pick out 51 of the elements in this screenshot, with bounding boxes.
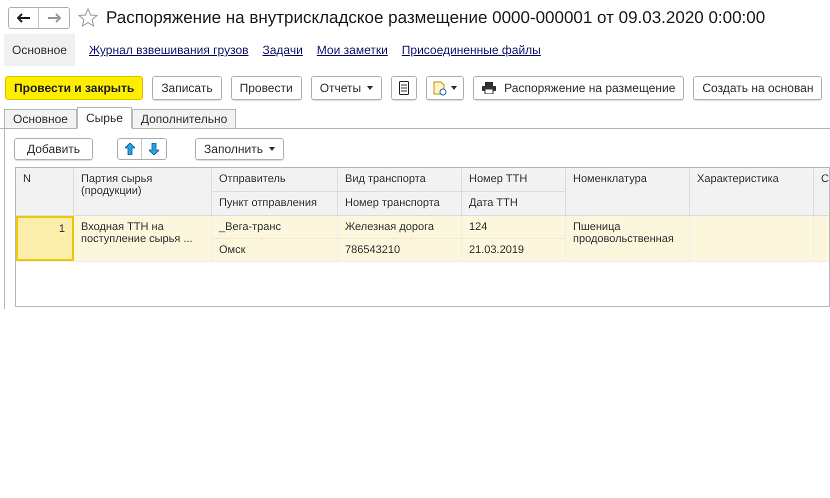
column-header: Дата ТТН bbox=[468, 196, 519, 211]
caret-icon bbox=[367, 86, 374, 90]
caret-icon bbox=[451, 86, 458, 90]
nav-link[interactable]: Мои заметки bbox=[316, 41, 388, 59]
tab[interactable]: Сырье bbox=[76, 107, 132, 129]
post-and-close-button[interactable]: Провести и закрыть bbox=[5, 76, 144, 100]
table-cell-text: 21.03.2019 bbox=[469, 242, 524, 258]
nav-link[interactable]: Задачи bbox=[262, 41, 303, 59]
column-header: Номер ТТН bbox=[462, 168, 565, 192]
print-button[interactable]: Распоряжение на размещение bbox=[473, 76, 684, 100]
nav-link[interactable]: Основное bbox=[4, 34, 75, 66]
column-header: Партия сырья (продукции) bbox=[80, 172, 154, 197]
column-header: С bbox=[820, 172, 829, 185]
nav-link[interactable]: Присоединенные файлы bbox=[402, 41, 541, 59]
table-row[interactable]: 1 Входная ТТН на поступление сырья ... _Вега-транс Омск Железная дорога 786543210 124 21.03.2019 Пшеница продовольственная bbox=[16, 216, 829, 262]
list-button[interactable] bbox=[391, 76, 418, 100]
toolbar-button[interactable]: Записать bbox=[152, 76, 222, 100]
table-cell-text: 786543210 bbox=[345, 242, 400, 258]
column-header: Отправитель bbox=[212, 168, 337, 192]
column-header: N bbox=[22, 172, 32, 185]
table-cell: Пшеница продовольственная bbox=[573, 221, 674, 245]
printer-icon bbox=[482, 82, 496, 94]
table-cell-text: Омск bbox=[219, 242, 246, 258]
list-icon bbox=[399, 81, 410, 95]
tab[interactable]: Основное bbox=[4, 109, 77, 129]
column-header: Номер транспорта bbox=[344, 196, 441, 211]
column-header: Вид транспорта bbox=[338, 168, 461, 192]
table-cell: 1 bbox=[58, 223, 65, 235]
window-title: Распоряжение на внутрискладское размещение 0000-000001 от 09.03.2020 0:00:00 bbox=[106, 6, 766, 29]
document-menu-button[interactable] bbox=[426, 76, 464, 100]
fill-dropdown[interactable]: Заполнить bbox=[195, 138, 284, 160]
document-icon bbox=[433, 80, 448, 96]
tab[interactable]: Дополнительно bbox=[132, 109, 236, 129]
toolbar-button[interactable]: Создать на основан bbox=[693, 76, 822, 100]
add-button[interactable]: Добавить bbox=[14, 138, 94, 160]
column-header: Номенклатура bbox=[572, 172, 648, 185]
table-cell-text: 124 bbox=[469, 220, 488, 234]
table-cell-text: Железная дорога bbox=[345, 220, 434, 234]
table-cell-text: _Вега-транс bbox=[219, 220, 281, 234]
arrow-right-icon bbox=[48, 12, 60, 22]
table-cell: Входная ТТН на поступление сырья ... bbox=[81, 221, 193, 245]
arrow-up-icon bbox=[124, 143, 135, 155]
reports-dropdown[interactable]: Отчеты bbox=[310, 76, 382, 100]
arrow-left-icon bbox=[17, 12, 30, 22]
caret-icon bbox=[268, 147, 275, 151]
star-icon[interactable] bbox=[78, 8, 98, 28]
arrow-down-icon bbox=[149, 143, 160, 155]
nav-link[interactable]: Журнал взвешивания грузов bbox=[88, 41, 248, 59]
toolbar-button[interactable]: Провести bbox=[230, 76, 302, 100]
column-header: Пункт отправления bbox=[218, 196, 318, 211]
column-header: Характеристика bbox=[696, 172, 780, 185]
